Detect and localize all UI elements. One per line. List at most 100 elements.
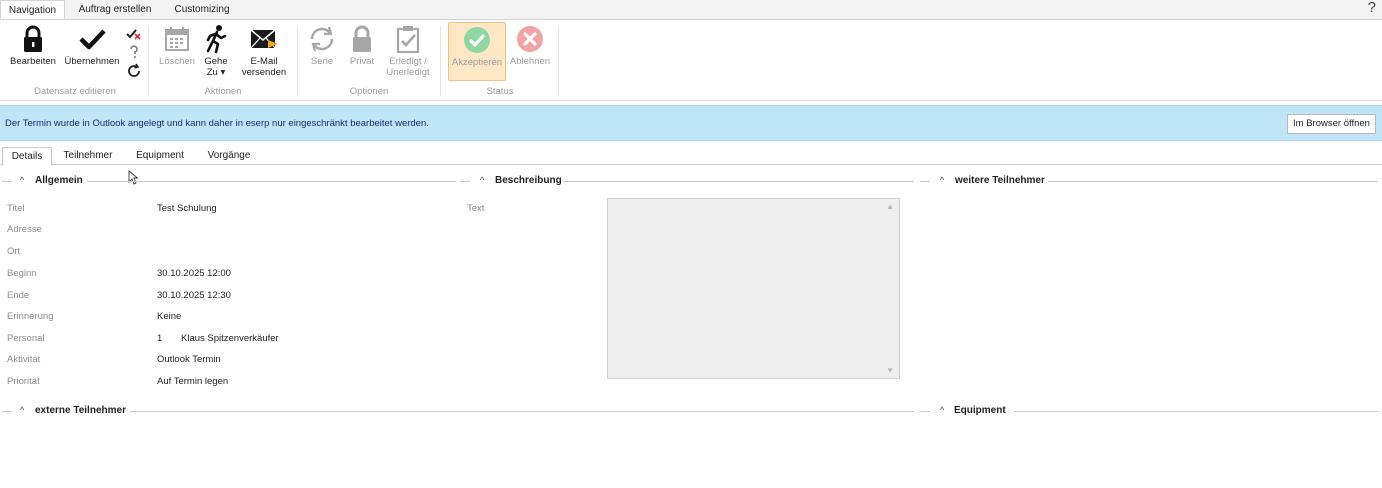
info-bar: Der Termin wurde in Outlook angelegt und… <box>0 105 1382 141</box>
section-rule <box>1048 181 1378 182</box>
akzeptieren-button[interactable]: Akzeptieren <box>448 22 506 81</box>
bearbeiten-button[interactable]: Bearbeiten <box>6 24 60 67</box>
field-value-titel[interactable]: Test Schulung <box>157 203 217 214</box>
field-value-aktivitaet[interactable]: Outlook Termin <box>157 354 221 365</box>
lock-icon <box>24 25 42 52</box>
ablehnen-button[interactable]: Ablehnen <box>507 24 553 67</box>
group-label-datensatz: Datensatz editieren <box>34 86 116 97</box>
section-rule <box>2 411 12 412</box>
chevron-up-icon[interactable]: ^ <box>940 405 944 415</box>
akzeptieren-label: Akzeptieren <box>451 57 503 68</box>
tab-customizing[interactable]: Customizing <box>166 0 238 19</box>
scroll-up-icon[interactable]: ▲ <box>886 202 894 211</box>
tab-details[interactable]: Details <box>2 147 52 166</box>
chevron-up-icon[interactable]: ^ <box>940 175 944 185</box>
group-label-optionen: Optionen <box>349 86 389 97</box>
privat-button[interactable]: Privat <box>344 24 380 67</box>
email-versenden-button[interactable]: E-Mail versenden <box>238 24 290 78</box>
section-rule <box>563 181 914 182</box>
tab-vorgaenge[interactable]: Vorgänge <box>200 147 258 166</box>
field-label-prioritaet: Priorität <box>7 376 40 387</box>
field-label-aktivitaet: Aktivität <box>7 354 41 365</box>
section-header-allgemein[interactable]: ^ Allgemein <box>0 175 456 187</box>
group-separator <box>148 26 149 96</box>
chevron-up-icon[interactable]: ^ <box>480 175 484 185</box>
field-value-prioritaet[interactable]: Auf Termin legen <box>157 376 228 387</box>
tab-navigation[interactable]: Navigation <box>0 0 65 20</box>
group-label-status: Status <box>486 86 514 97</box>
check-x-icon[interactable] <box>126 26 142 42</box>
check-icon <box>79 29 106 50</box>
section-title-weitere-teilnehmer: weitere Teilnehmer <box>955 175 1045 186</box>
tab-teilnehmer[interactable]: Teilnehmer <box>56 147 120 166</box>
section-header-externe-teilnehmer[interactable]: ^ externe Teilnehmer <box>0 405 914 417</box>
group-separator <box>558 26 559 96</box>
field-label-ort: Ort <box>7 246 21 257</box>
uebernehmen-button[interactable]: Übernehmen <box>61 24 123 67</box>
ablehnen-label: Ablehnen <box>509 56 551 67</box>
chevron-up-icon[interactable]: ^ <box>20 175 24 185</box>
description-textarea[interactable]: ▲ ▼ <box>607 198 900 379</box>
field-value-erinnerung[interactable]: Keine <box>157 311 181 322</box>
open-in-browser-button[interactable]: Im Browser öffnen <box>1287 114 1376 134</box>
section-rule <box>920 411 930 412</box>
section-title-beschreibung: Beschreibung <box>495 175 562 186</box>
group-separator <box>440 26 441 96</box>
field-value-personal-name[interactable]: Klaus Spitzenverkäufer <box>181 333 279 344</box>
loeschen-button[interactable]: Löschen <box>156 24 198 67</box>
field-label-personal: Personal <box>7 333 45 344</box>
info-message: Der Termin wurde in Outlook angelegt und… <box>5 118 429 129</box>
refresh-icon[interactable] <box>126 63 142 79</box>
detail-tab-bar: Details Teilnehmer Equipment Vorgänge <box>0 145 1382 166</box>
ribbon-tab-bar: Navigation Auftrag erstellen Customizing… <box>0 0 1382 20</box>
running-man-icon <box>206 25 227 54</box>
email-label-1: E-Mail <box>250 56 278 67</box>
erledigt-label-2: Unerledigt <box>386 67 430 78</box>
scroll-down-icon[interactable]: ▼ <box>886 366 894 375</box>
section-title-externe-teilnehmer: externe Teilnehmer <box>35 405 126 416</box>
field-label-erinnerung: Erinnerung <box>7 311 54 322</box>
tab-equipment[interactable]: Equipment <box>130 147 190 166</box>
field-label-ende: Ende <box>7 290 30 301</box>
group-label-aktionen: Aktionen <box>204 86 242 97</box>
reject-icon <box>517 26 543 52</box>
section-header-weitere-teilnehmer[interactable]: ^ weitere Teilnehmer <box>918 175 1380 187</box>
chevron-up-icon[interactable]: ^ <box>20 405 24 415</box>
erledigt-button[interactable]: Erledigt / Unerledigt <box>382 24 434 78</box>
tab-auftrag-erstellen[interactable]: Auftrag erstellen <box>68 0 162 19</box>
calendar-icon <box>165 27 189 51</box>
field-value-ende[interactable]: 30.10.2025 12:30 <box>157 290 231 301</box>
repeat-icon <box>310 26 334 52</box>
privat-label: Privat <box>349 56 375 67</box>
bearbeiten-label: Bearbeiten <box>10 56 56 67</box>
field-value-beginn[interactable]: 30.10.2025 12:00 <box>157 268 231 279</box>
section-rule <box>130 411 914 412</box>
serie-button[interactable]: Serie <box>304 24 340 67</box>
field-label-titel: Titel <box>7 203 25 214</box>
padlock-icon <box>353 25 371 52</box>
gehe-zu-button[interactable]: Gehe Zu ▾ <box>200 24 232 78</box>
field-label-beginn: Beginn <box>7 268 37 279</box>
accept-icon <box>464 27 490 53</box>
section-rule <box>920 181 930 182</box>
erledigt-label-1: Erledigt / <box>389 56 427 67</box>
clipboard-check-icon <box>396 26 420 54</box>
email-label-2: versenden <box>241 67 287 78</box>
section-rule <box>87 181 456 182</box>
question-icon[interactable] <box>126 44 142 60</box>
email-icon <box>250 29 278 49</box>
field-label-adresse: Adresse <box>7 224 42 235</box>
field-value-personal-id[interactable]: 1 <box>157 333 162 344</box>
section-rule <box>2 181 12 182</box>
gehe-zu-label-1: Gehe <box>204 56 228 67</box>
help-button[interactable]: ? <box>1368 0 1376 16</box>
ribbon-toolbar: Bearbeiten Übernehmen Datensatz editiere… <box>0 19 1382 101</box>
section-title-allgemein: Allgemein <box>35 175 83 186</box>
section-rule <box>1014 411 1378 412</box>
gehe-zu-label-2: Zu ▾ <box>206 67 226 78</box>
section-title-equipment: Equipment <box>954 405 1006 416</box>
section-header-equipment[interactable]: ^ Equipment <box>918 405 1380 417</box>
section-header-beschreibung[interactable]: ^ Beschreibung <box>460 175 916 187</box>
field-label-text: Text <box>467 203 485 214</box>
serie-label: Serie <box>310 56 334 67</box>
